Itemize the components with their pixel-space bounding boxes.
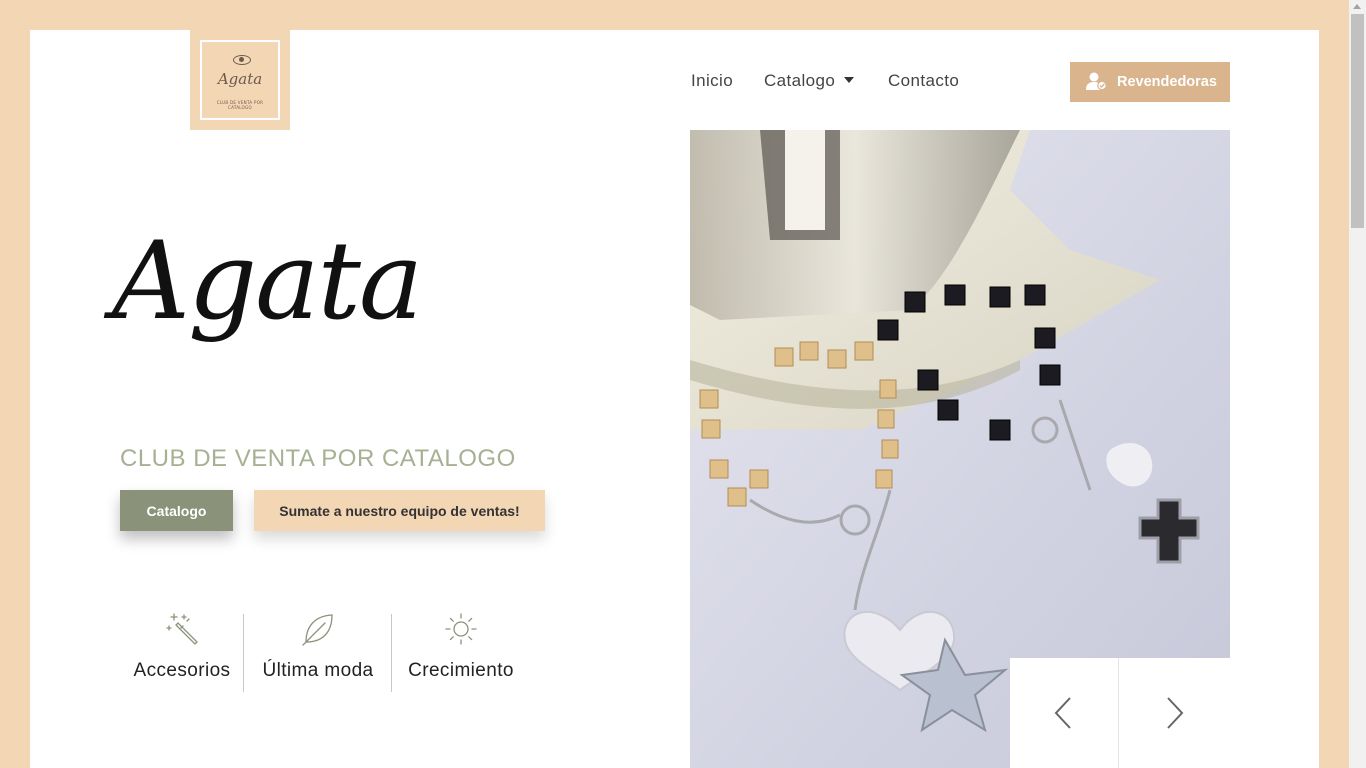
revendedoras-label: Revendedoras — [1117, 74, 1217, 90]
feature-label: Última moda — [262, 660, 374, 681]
nav-contacto[interactable]: Contacto — [888, 71, 959, 91]
catalogo-button[interactable]: Catalogo — [120, 490, 233, 531]
feature-accesorios: Accesorios — [130, 612, 234, 692]
nav-inicio[interactable]: Inicio — [691, 71, 733, 91]
site-logo[interactable]: Agata CLUB DE VENTA POR CATALOGO — [190, 30, 290, 130]
carousel-divider — [1118, 658, 1119, 768]
divider — [391, 614, 392, 692]
users-icon — [1086, 72, 1107, 91]
logo-subtitle: CLUB DE VENTA POR CATALOGO — [216, 100, 264, 110]
carousel-controls — [1010, 658, 1230, 768]
hero-title: Agata — [112, 219, 423, 344]
chevron-right-icon[interactable] — [1160, 696, 1190, 730]
magic-wand-icon — [166, 613, 198, 645]
page-scrollbar[interactable] — [1349, 0, 1366, 768]
feature-label: Accesorios — [133, 660, 231, 681]
logo-name: Agata — [217, 70, 263, 88]
hero-tagline: CLUB DE VENTA POR CATALOGO — [120, 445, 516, 472]
feature-ultima-moda: Última moda — [255, 612, 381, 692]
chevron-left-icon[interactable] — [1050, 696, 1080, 730]
caret-down-icon[interactable] — [844, 77, 854, 83]
nav-catalogo[interactable]: Catalogo — [764, 71, 835, 91]
sun-icon — [445, 613, 477, 645]
scrollbar-thumb[interactable] — [1351, 14, 1364, 228]
join-team-button[interactable]: Sumate a nuestro equipo de ventas! — [254, 490, 545, 531]
leaf-icon — [302, 614, 333, 646]
logo-border: Agata CLUB DE VENTA POR CATALOGO — [200, 40, 280, 120]
feature-crecimiento: Crecimiento — [403, 612, 519, 692]
divider — [243, 614, 244, 692]
eye-icon — [233, 55, 251, 65]
revendedoras-button[interactable]: Revendedoras — [1070, 62, 1230, 102]
scroll-up-icon[interactable] — [1353, 4, 1361, 9]
feature-label: Crecimiento — [408, 660, 514, 681]
